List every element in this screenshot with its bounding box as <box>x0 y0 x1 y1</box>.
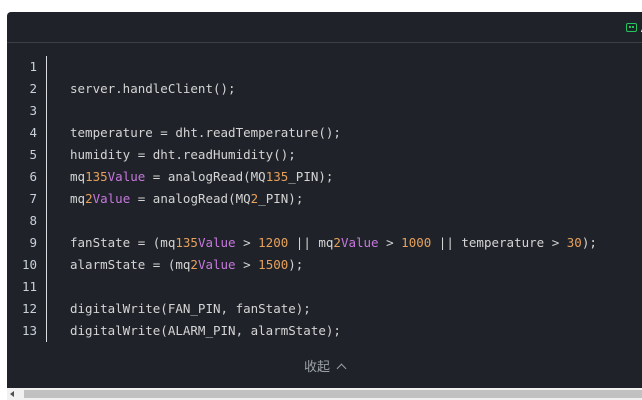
code-token: temperature = dht.readTemperature(); <box>70 125 341 140</box>
collapse-button[interactable]: 收起 <box>7 356 642 375</box>
code-token: mq <box>70 191 86 206</box>
number-token: 1200 <box>258 235 289 250</box>
keyword-token: Value <box>340 235 379 250</box>
code-text: server.handleClient(); <box>70 78 236 100</box>
code-token: ); <box>581 235 597 250</box>
code-text: digitalWrite(FAN_PIN, fanState); <box>70 298 311 320</box>
code-toolbar: A <box>7 12 642 43</box>
code-text: mq2Value = analogRead(MQ2_PIN); <box>70 188 303 210</box>
code-token: digitalWrite(FAN_PIN, fanState); <box>70 301 311 316</box>
code-token: server.handleClient(); <box>70 81 236 96</box>
code-token: > <box>378 235 402 250</box>
number-token: 2 <box>333 235 341 250</box>
code-line: 3 <box>7 100 642 122</box>
code-token: ); <box>288 257 304 272</box>
code-token: _PIN); <box>258 191 304 206</box>
number-token: 135 <box>265 169 289 184</box>
line-number: 7 <box>29 191 37 206</box>
keyword-token: Value <box>92 191 131 206</box>
line-number: 3 <box>29 103 37 118</box>
code-token: humidity = dht.readHumidity(); <box>70 147 296 162</box>
line-number: 5 <box>29 147 37 162</box>
code-token: = analogRead(MQ <box>130 191 251 206</box>
code-line: 10 alarmState = (mq2Value > 1500); <box>7 254 642 276</box>
arrow-left-icon[interactable] <box>10 391 14 397</box>
scrollbar-thumb[interactable] <box>24 390 642 398</box>
number-token: 2 <box>85 191 93 206</box>
code-line: 4 temperature = dht.readTemperature(); <box>7 122 642 144</box>
code-line: 8 <box>7 210 642 232</box>
code-token: fanState = (mq <box>70 235 176 250</box>
code-block: A 12server.handleClient();34temperature … <box>7 12 642 388</box>
chevron-up-icon <box>336 363 347 374</box>
code-text: temperature = dht.readTemperature(); <box>70 122 341 144</box>
code-line: 6 mq135Value = analogRead(MQ135_PIN); <box>7 166 642 188</box>
code-line: 12 digitalWrite(FAN_PIN, fanState); <box>7 298 642 320</box>
line-number: 8 <box>29 213 37 228</box>
code-line: 13 digitalWrite(ALARM_PIN, alarmState); <box>7 320 642 342</box>
code-text: mq135Value = analogRead(MQ135_PIN); <box>70 166 333 188</box>
code-text: alarmState = (mq2Value > 1500); <box>70 254 303 276</box>
code-text: humidity = dht.readHumidity(); <box>70 144 296 166</box>
line-number: 11 <box>21 279 37 294</box>
collapse-label: 收起 <box>303 360 330 375</box>
code-content: 1 2 server.handleClient(); 3 4 temperature = … <box>7 56 642 342</box>
code-line: 7 mq2Value = analogRead(MQ2_PIN); <box>7 188 642 210</box>
keyword-token: Value <box>197 257 236 272</box>
line-number: 1 <box>29 59 37 74</box>
keyword-token: Value <box>197 235 236 250</box>
code-token: > <box>235 235 259 250</box>
code-line: 11 <box>7 276 642 298</box>
code-line: 2 server.handleClient(); <box>7 78 642 100</box>
line-number: 12 <box>21 301 37 316</box>
code-text: digitalWrite(ALARM_PIN, alarmState); <box>70 320 341 342</box>
code-token: _PIN); <box>288 169 334 184</box>
code-token: alarmState = (mq <box>70 257 191 272</box>
number-token: 30 <box>566 235 582 250</box>
ai-chat-icon <box>625 22 637 32</box>
number-token: 135 <box>85 169 108 184</box>
keyword-token: Value <box>107 169 146 184</box>
number-token: 2 <box>190 257 198 272</box>
line-number: 2 <box>29 81 37 96</box>
code-token: > <box>235 257 259 272</box>
code-token: || mq <box>288 235 334 250</box>
number-token: 1000 <box>401 235 432 250</box>
ai-assistant-button[interactable]: A <box>625 19 642 35</box>
horizontal-scrollbar[interactable] <box>7 388 642 400</box>
code-token: || temperature > <box>431 235 567 250</box>
line-number: 9 <box>29 235 37 250</box>
code-line: 5 humidity = dht.readHumidity(); <box>7 144 642 166</box>
code-line: 1 <box>7 56 642 78</box>
line-number: 10 <box>21 257 37 272</box>
code-line: 9 fanState = (mq135Value > 1200 || mq2Val… <box>7 232 642 254</box>
code-token: digitalWrite(ALARM_PIN, alarmState); <box>70 323 341 338</box>
code-token: = analogRead(MQ <box>145 169 266 184</box>
code-text: fanState = (mq135Value > 1200 || mq2Valu… <box>70 232 597 254</box>
code-token: mq <box>70 169 86 184</box>
number-token: 135 <box>175 235 198 250</box>
line-number: 13 <box>21 323 37 338</box>
line-number: 6 <box>29 169 37 184</box>
number-token: 1500 <box>258 257 289 272</box>
line-number: 4 <box>29 125 37 140</box>
